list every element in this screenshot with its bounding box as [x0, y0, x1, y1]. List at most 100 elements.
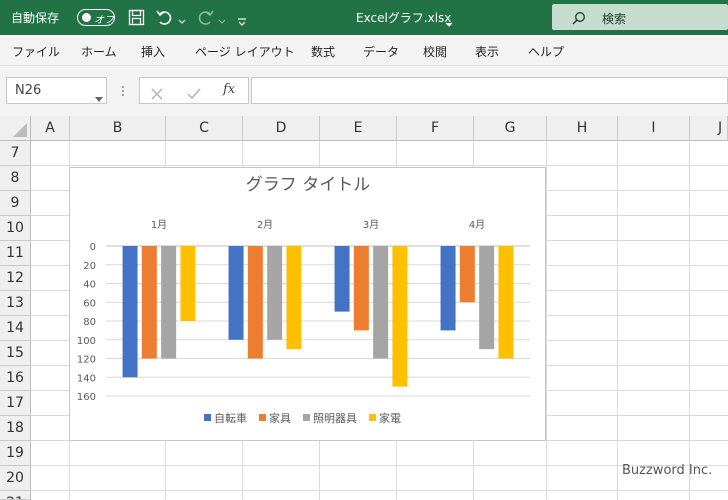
- chart-bar: [353, 246, 369, 331]
- y-tick-label: 120: [77, 355, 96, 366]
- formula-bar: N26 fx: [0, 66, 728, 116]
- column-header[interactable]: A: [31, 116, 70, 141]
- legend-entry: 家電: [379, 411, 401, 425]
- category-label: 4月: [469, 219, 485, 231]
- chart-bar: [228, 246, 244, 340]
- y-tick-label: 160: [77, 392, 96, 403]
- watermark: Buzzword Inc.: [622, 463, 713, 478]
- name-box-value: N26: [15, 83, 42, 98]
- chart-bar: [161, 246, 177, 359]
- tab-review[interactable]: 校閲: [423, 43, 447, 60]
- column-header[interactable]: D: [243, 116, 320, 141]
- chart-bar: [286, 246, 302, 350]
- file-name[interactable]: Excelグラフ.xlsx: [356, 11, 451, 25]
- gridline: [31, 165, 728, 166]
- tab-help[interactable]: ヘルプ: [528, 43, 564, 60]
- y-tick-label: 140: [77, 373, 96, 384]
- tab-home[interactable]: ホーム: [81, 43, 117, 60]
- chart-area[interactable]: グラフ タイトル 0 20 40 60 80 100 120 140 160 1月 2月 3月 4月 …: [69, 167, 546, 441]
- cancel-icon[interactable]: [151, 85, 163, 100]
- row-header[interactable]: 18: [0, 416, 31, 441]
- tab-view[interactable]: 表示: [475, 43, 499, 60]
- save-icon[interactable]: [128, 9, 145, 26]
- autosave-state: オフ: [94, 15, 114, 26]
- chart-bar: [440, 246, 456, 331]
- gridline: [617, 141, 618, 500]
- row-header[interactable]: 10: [0, 216, 31, 241]
- column-header[interactable]: E: [320, 116, 397, 141]
- gridline: [31, 490, 728, 491]
- tab-file[interactable]: ファイル: [12, 43, 60, 60]
- search-placeholder: 検索: [602, 12, 627, 26]
- y-tick-label: 0: [90, 242, 96, 253]
- column-header[interactable]: C: [166, 116, 243, 141]
- column-header[interactable]: F: [397, 116, 474, 141]
- chart-title[interactable]: グラフ タイトル: [246, 175, 370, 195]
- row-header[interactable]: 19: [0, 441, 31, 466]
- column-header[interactable]: I: [618, 116, 690, 141]
- category-label: 2月: [257, 219, 273, 231]
- y-tick-label: 20: [83, 261, 96, 272]
- enter-icon[interactable]: [187, 85, 201, 100]
- row-header[interactable]: 9: [0, 191, 31, 216]
- chart-bar: [392, 246, 408, 387]
- row-header[interactable]: 7: [0, 141, 31, 166]
- row-header[interactable]: 16: [0, 366, 31, 391]
- chart-bar: [459, 246, 475, 303]
- legend-swatch: [204, 414, 211, 421]
- chart-bar: [141, 246, 157, 359]
- toggle-knob: [82, 13, 91, 22]
- row-header[interactable]: 15: [0, 341, 31, 366]
- insert-function-icon[interactable]: fx: [223, 82, 235, 97]
- row-header[interactable]: 11: [0, 241, 31, 266]
- row-header[interactable]: 8: [0, 166, 31, 191]
- select-all-corner[interactable]: [0, 116, 31, 141]
- redo-icon[interactable]: [195, 8, 215, 26]
- gridline: [689, 141, 690, 500]
- tab-data[interactable]: データ: [363, 43, 399, 60]
- row-header[interactable]: 21: [0, 491, 31, 500]
- row-header[interactable]: 12: [0, 266, 31, 291]
- chart-bar: [334, 246, 350, 312]
- spreadsheet-grid: A B C D E F G H I J 7 8 9 10 11 12 13 14…: [0, 116, 728, 500]
- chart-bar: [373, 246, 389, 359]
- formula-input[interactable]: [251, 77, 728, 104]
- undo-icon[interactable]: [155, 8, 175, 26]
- y-tick-label: 80: [83, 317, 96, 328]
- chart-bar: [267, 246, 283, 340]
- legend-swatch: [369, 414, 376, 421]
- chart-bar: [180, 246, 196, 321]
- y-tick-label: 60: [83, 298, 96, 309]
- name-box[interactable]: N26: [6, 77, 107, 104]
- autosave-toggle[interactable]: オフ: [77, 9, 115, 26]
- row-header[interactable]: 17: [0, 391, 31, 416]
- undo-dropdown-icon[interactable]: [178, 11, 186, 24]
- customize-toolbar-icon[interactable]: [237, 12, 247, 26]
- legend-swatch: [303, 414, 310, 421]
- filename-dropdown-icon[interactable]: [445, 14, 453, 27]
- more-options-icon[interactable]: [121, 84, 125, 98]
- search-icon: [572, 10, 586, 25]
- search-box[interactable]: 検索: [552, 4, 728, 30]
- autosave-label: 自動保存: [11, 11, 60, 25]
- column-header[interactable]: B: [70, 116, 166, 141]
- column-header[interactable]: H: [547, 116, 618, 141]
- chart-bar: [122, 246, 138, 378]
- tab-page-layout[interactable]: ページ レイアウト: [195, 43, 295, 60]
- y-tick-label: 100: [77, 336, 96, 347]
- column-header[interactable]: G: [474, 116, 547, 141]
- redo-dropdown-icon[interactable]: [218, 11, 226, 24]
- row-header[interactable]: 13: [0, 291, 31, 316]
- tab-formulas[interactable]: 数式: [311, 43, 335, 60]
- row-header[interactable]: 20: [0, 466, 31, 491]
- row-header[interactable]: 14: [0, 316, 31, 341]
- chart-bar: [479, 246, 495, 350]
- column-header[interactable]: J: [690, 116, 728, 141]
- tab-insert[interactable]: 挿入: [141, 43, 165, 60]
- legend-entry: 家具: [269, 411, 291, 425]
- y-tick-label: 40: [83, 280, 96, 291]
- name-box-dropdown-icon[interactable]: [95, 88, 103, 102]
- formula-controls: fx: [139, 77, 249, 104]
- category-label: 3月: [363, 219, 379, 231]
- chart-plot: グラフ タイトル 020406080100120140160 1月 2月 3月 4月 …: [77, 175, 530, 425]
